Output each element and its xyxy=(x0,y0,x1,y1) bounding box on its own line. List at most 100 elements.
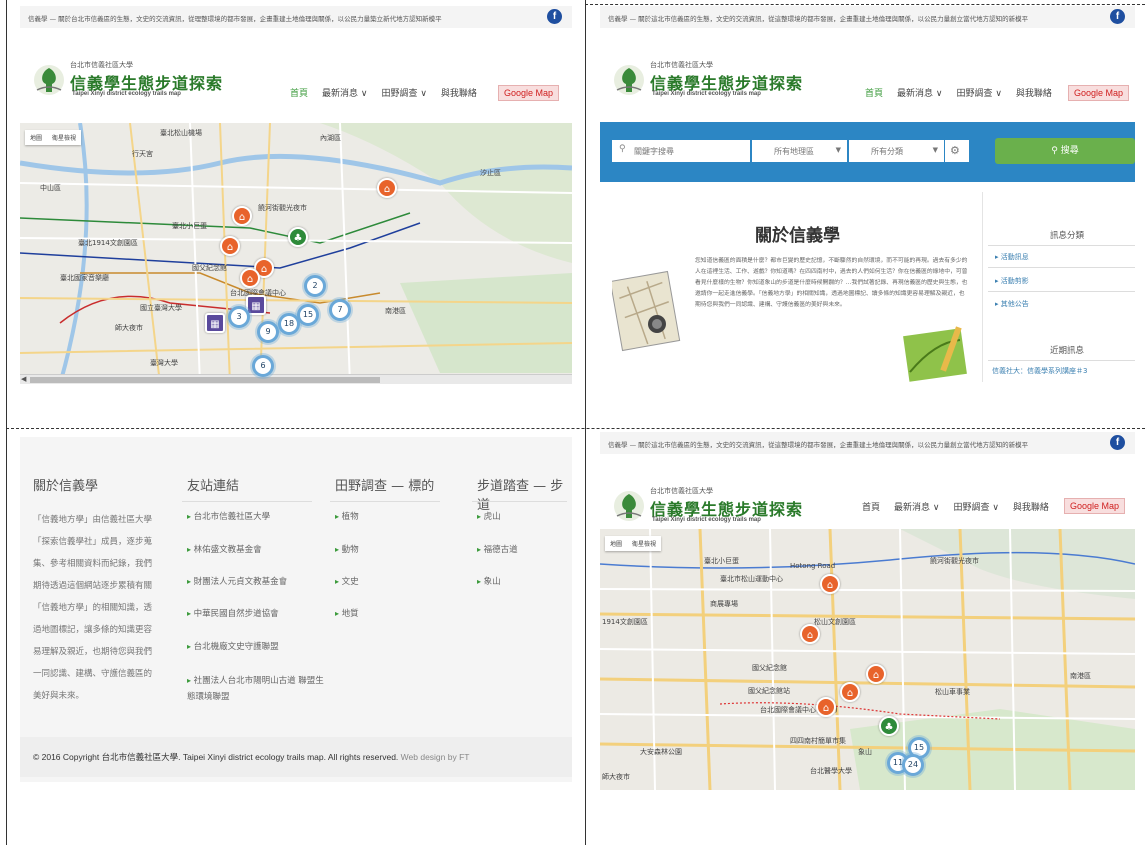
site-english-title: Taipei Xinyi district ecology trails map xyxy=(72,91,181,97)
map-label: 象山 xyxy=(858,748,872,756)
map-label: 國父紀念館 xyxy=(192,264,227,272)
footer-link[interactable]: 中華民國自然步道協會 xyxy=(187,607,279,619)
marker-house-icon[interactable]: ⌂ xyxy=(820,574,840,594)
footer-link[interactable]: 林佑盛文教基金會 xyxy=(187,543,262,555)
notice-text: 信義學 — 關於這北市信義區的生態，文史的交流資訊，從這整環境的都市發展，企畫重… xyxy=(608,15,1029,23)
tree-logo-icon[interactable] xyxy=(612,486,646,524)
footer-field-link[interactable]: 植物 xyxy=(335,510,359,522)
marker-tree-icon[interactable]: ♣ xyxy=(879,716,899,736)
footer-about-text: 「信義地方學」由信義社區大學「探索信義學社」成員，逐步蒐集、參考相關資料而紀錄，… xyxy=(33,515,153,701)
footer-link[interactable]: 社團法人台北市陽明山古道 聯盟生態環境聯盟 xyxy=(187,673,327,705)
footer-trail-link[interactable]: 福德古道 xyxy=(477,543,518,555)
sidebar-item-label: 活動訊息 xyxy=(1000,253,1029,261)
map-tab-map[interactable]: 地圖 xyxy=(605,536,627,551)
sidebar-item-other[interactable]: ▸ 其他公告 xyxy=(995,299,1029,309)
nav-news[interactable]: 最新消息 ∨ xyxy=(894,500,939,513)
map-cluster[interactable]: 18 xyxy=(278,313,300,335)
footer-link[interactable]: 財團法人元貞文教基金會 xyxy=(187,575,288,587)
map-canvas[interactable]: 地圖 衛星檢視 臺北小巨蛋 臺北市松山運動中心 饒河街觀光夜市 Hotong R… xyxy=(600,529,1135,790)
marker-tree-icon[interactable]: ♣ xyxy=(288,227,308,247)
map-label: 臺北小巨蛋 xyxy=(704,557,739,565)
marker-house-icon[interactable]: ⌂ xyxy=(840,682,860,702)
map-cluster[interactable]: 9 xyxy=(257,321,279,343)
tree-logo-icon[interactable] xyxy=(32,60,66,98)
map-cluster[interactable]: 2 xyxy=(304,275,326,297)
map-label: Hotong Road xyxy=(790,562,836,570)
marker-house-icon[interactable]: ⌂ xyxy=(232,206,252,226)
marker-house-icon[interactable]: ⌂ xyxy=(800,624,820,644)
map-cluster[interactable]: 7 xyxy=(329,299,351,321)
sidebar-item-photos[interactable]: ▸ 活動剪影 xyxy=(995,276,1029,286)
marker-building-icon[interactable]: ▦ xyxy=(205,313,225,333)
map-label: 商展專場 xyxy=(710,600,738,608)
footer-column-line xyxy=(182,501,312,502)
marker-house-icon[interactable]: ⌂ xyxy=(240,268,260,288)
marker-house-icon[interactable]: ⌂ xyxy=(220,236,240,256)
sidebar-item-label: 活動剪影 xyxy=(1000,277,1029,285)
search-bar: ⚲ 關鍵字搜尋 所有地理區 ▼ 所有分類 ▼ ⚙ ⚲ 搜尋 xyxy=(600,122,1135,182)
nav-home[interactable]: 首頁 xyxy=(865,86,883,99)
map-tab-satellite[interactable]: 衛星檢視 xyxy=(47,130,81,145)
nav-home[interactable]: 首頁 xyxy=(290,86,308,99)
marker-house-icon[interactable]: ⌂ xyxy=(866,664,886,684)
footer-field-link[interactable]: 動物 xyxy=(335,543,359,555)
search-icon: ⚲ xyxy=(619,144,626,154)
map-label: 臺北松山機場 xyxy=(160,129,202,137)
nav-contact[interactable]: 與我聯絡 xyxy=(1016,86,1052,99)
sidebar-item-events[interactable]: ▸ 活動訊息 xyxy=(995,252,1029,262)
chevron-down-icon: ▼ xyxy=(932,146,938,154)
nav-news[interactable]: 最新消息 ∨ xyxy=(897,86,942,99)
map-horizontal-scrollbar[interactable]: ◀ xyxy=(20,374,572,384)
main-nav: 首頁 最新消息 ∨ 田野調查 ∨ 與我聯絡 xyxy=(865,86,1052,99)
search-button[interactable]: ⚲ 搜尋 xyxy=(995,138,1135,164)
facebook-icon[interactable]: f xyxy=(1110,9,1125,24)
marker-house-icon[interactable]: ⌂ xyxy=(377,178,397,198)
scrollbar-thumb[interactable] xyxy=(30,377,380,383)
footer-link[interactable]: 台北機廠文史守護聯盟 xyxy=(187,640,279,652)
map-cluster[interactable]: 15 xyxy=(297,304,319,326)
footer-trail-link[interactable]: 象山 xyxy=(477,575,501,587)
leaf-notebook-image xyxy=(903,326,967,382)
map-tab-map[interactable]: 地圖 xyxy=(25,130,47,145)
category-select[interactable]: 所有分類 ▼ xyxy=(849,140,944,162)
keyword-search-input[interactable]: ⚲ 關鍵字搜尋 xyxy=(612,140,750,162)
sidebar-line xyxy=(988,360,1135,361)
search-button-label: 搜尋 xyxy=(1060,146,1079,156)
map-cluster[interactable]: 24 xyxy=(902,754,924,776)
web-design-credit-link[interactable]: Web design by FT xyxy=(401,752,470,762)
footer-trail-link[interactable]: 虎山 xyxy=(477,510,501,522)
notice-text: 信義學 — 關於這北市信義區的生態，文史的交流資訊，從這整環境的都市發展，企畫重… xyxy=(608,441,1029,449)
google-map-button[interactable]: Google Map xyxy=(1068,85,1130,101)
map-tab-satellite[interactable]: 衛星檢視 xyxy=(627,536,661,551)
scroll-left-icon[interactable]: ◀ xyxy=(21,375,26,383)
nav-contact[interactable]: 與我聯絡 xyxy=(441,86,477,99)
footer-field-link[interactable]: 地質 xyxy=(335,607,359,619)
sidebar-line xyxy=(988,245,1135,246)
map-label: 師大夜市 xyxy=(602,773,630,781)
nav-field[interactable]: 田野調查 ∨ xyxy=(381,86,426,99)
footer-link[interactable]: 台北市信義社區大學 xyxy=(187,510,271,522)
categories-title: 訊息分類 xyxy=(1050,231,1085,241)
map-label: 台北醫學大學 xyxy=(810,767,852,775)
map-cluster[interactable]: 3 xyxy=(228,306,250,328)
gear-icon[interactable]: ⚙ xyxy=(945,140,969,162)
facebook-icon[interactable]: f xyxy=(547,9,562,24)
google-map-button[interactable]: Google Map xyxy=(1064,498,1126,514)
nav-news[interactable]: 最新消息 ∨ xyxy=(322,86,367,99)
map-cluster[interactable]: 6 xyxy=(252,355,274,377)
map-label: 中山區 xyxy=(40,184,61,192)
nav-contact[interactable]: 與我聯絡 xyxy=(1013,500,1049,513)
google-map-button[interactable]: Google Map xyxy=(498,85,560,101)
map-label: 汐止區 xyxy=(480,169,501,177)
nav-field[interactable]: 田野調查 ∨ xyxy=(956,86,1001,99)
footer-field-link[interactable]: 文史 xyxy=(335,575,359,587)
area-select[interactable]: 所有地理區 ▼ xyxy=(752,140,847,162)
map-canvas[interactable]: 地圖 衛星檢視 臺北松山機場 內湖區 行天宮 饒河街觀光夜市 臺北小巨蛋 臺北1… xyxy=(20,123,572,384)
marker-house-icon[interactable]: ⌂ xyxy=(816,697,836,717)
tree-logo-icon[interactable] xyxy=(612,60,646,98)
nav-home[interactable]: 首頁 xyxy=(862,500,880,513)
facebook-icon[interactable]: f xyxy=(1110,435,1125,450)
nav-field[interactable]: 田野調查 ∨ xyxy=(953,500,998,513)
recent-news-link[interactable]: 信義社大：信義學系列講座＃3 xyxy=(992,366,1087,376)
footer-trail-title: 步道踏查 — 步道 xyxy=(477,479,564,513)
